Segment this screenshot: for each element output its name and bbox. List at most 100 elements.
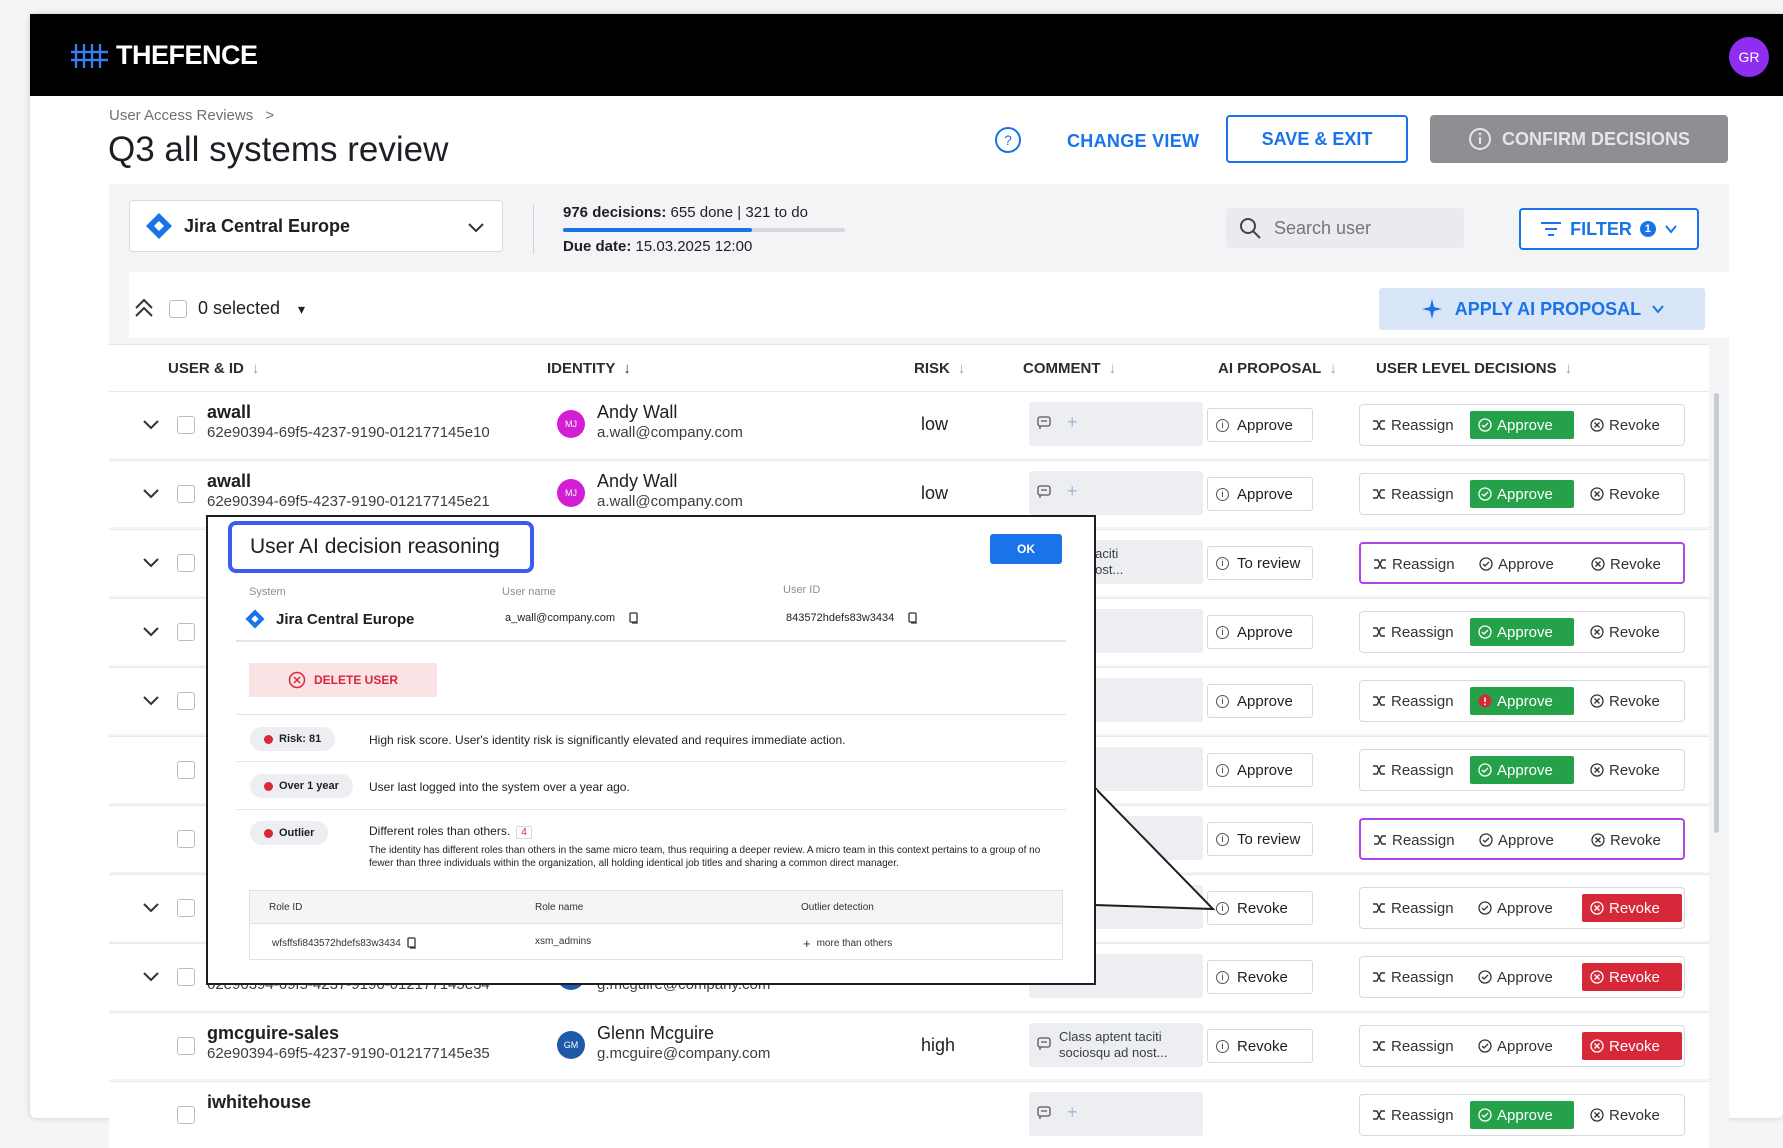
ai-proposal-chip[interactable]: i To review: [1207, 546, 1313, 580]
table-row[interactable]: gmcguire-sales 62e90394-69f5-4237-9190-01…: [109, 1012, 1709, 1079]
ai-proposal-chip[interactable]: i Approve: [1207, 684, 1313, 718]
approve-button[interactable]: Approve: [1470, 411, 1574, 439]
brand-logo[interactable]: THEFENCE: [70, 40, 258, 71]
ai-proposal-chip[interactable]: i Approve: [1207, 477, 1313, 511]
revoke-button[interactable]: Revoke: [1582, 756, 1682, 784]
revoke-button[interactable]: Revoke: [1582, 894, 1682, 922]
help-icon[interactable]: ?: [994, 126, 1022, 154]
search-box[interactable]: [1226, 208, 1464, 248]
close-circle-icon: [1590, 694, 1604, 708]
reassign-button[interactable]: Reassign: [1364, 411, 1462, 439]
role-name-cell: xsm_admins: [535, 936, 592, 947]
reassign-button[interactable]: Reassign: [1364, 963, 1462, 991]
selection-menu-caret[interactable]: ▾: [298, 301, 305, 318]
chevron-down-icon[interactable]: [141, 414, 161, 434]
reassign-button[interactable]: Reassign: [1364, 618, 1462, 646]
approve-button[interactable]: Approve: [1470, 1101, 1574, 1129]
add-comment-icon[interactable]: +: [1067, 412, 1078, 433]
approve-button[interactable]: Approve: [1470, 687, 1574, 715]
collapse-all-icon[interactable]: [132, 296, 156, 320]
reassign-button[interactable]: Reassign: [1364, 1101, 1462, 1129]
user-avatar[interactable]: GR: [1729, 37, 1769, 77]
row-checkbox[interactable]: [177, 761, 195, 779]
row-checkbox[interactable]: [177, 623, 195, 641]
chevron-down-icon[interactable]: [141, 966, 161, 986]
row-checkbox[interactable]: [177, 485, 195, 503]
revoke-button[interactable]: Revoke: [1582, 687, 1682, 715]
copy-icon[interactable]: [407, 937, 417, 949]
approve-button[interactable]: Approve: [1470, 1032, 1574, 1060]
delete-user-button[interactable]: DELETE USER: [249, 663, 437, 697]
modal-ok-button[interactable]: OK: [990, 534, 1062, 564]
row-checkbox[interactable]: [177, 1037, 195, 1055]
column-comment[interactable]: COMMENT ↓: [1023, 360, 1116, 377]
chevron-down-icon[interactable]: [141, 621, 161, 641]
approve-button[interactable]: Approve: [1470, 894, 1574, 922]
approve-button[interactable]: Approve: [1470, 480, 1574, 508]
row-checkbox[interactable]: [177, 830, 195, 848]
approve-button[interactable]: Approve: [1470, 963, 1574, 991]
system-select[interactable]: Jira Central Europe: [129, 200, 503, 252]
revoke-button[interactable]: Revoke: [1582, 1032, 1682, 1060]
approve-button[interactable]: Approve: [1471, 826, 1575, 854]
chevron-down-icon[interactable]: [141, 690, 161, 710]
filter-button[interactable]: FILTER 1: [1519, 208, 1699, 250]
revoke-button[interactable]: Revoke: [1582, 1101, 1682, 1129]
breadcrumb[interactable]: User Access Reviews >: [109, 107, 274, 124]
column-user-level-decisions[interactable]: USER LEVEL DECISIONS ↓: [1376, 360, 1572, 377]
chevron-down-icon[interactable]: [141, 897, 161, 917]
search-input[interactable]: [1272, 216, 1446, 240]
chevron-down-icon[interactable]: [141, 483, 161, 503]
copy-icon[interactable]: [908, 612, 918, 624]
table-row[interactable]: awall 62e90394-69f5-4237-9190-012177145e1…: [109, 391, 1709, 458]
revoke-button[interactable]: Revoke: [1582, 411, 1682, 439]
ai-proposal-chip[interactable]: i Approve: [1207, 408, 1313, 442]
row-checkbox[interactable]: [177, 416, 195, 434]
copy-icon[interactable]: [629, 612, 639, 624]
save-exit-button[interactable]: SAVE & EXIT: [1226, 115, 1408, 163]
confirm-decisions-button[interactable]: CONFIRM DECISIONS: [1430, 115, 1728, 163]
column-ai-proposal[interactable]: AI PROPOSAL ↓: [1218, 360, 1337, 377]
reassign-button[interactable]: Reassign: [1364, 1032, 1462, 1060]
comment-cell[interactable]: +: [1029, 471, 1203, 515]
row-checkbox[interactable]: [177, 554, 195, 572]
reassign-button[interactable]: Reassign: [1364, 687, 1462, 715]
approve-button[interactable]: Approve: [1470, 618, 1574, 646]
delete-user-label: DELETE USER: [313, 673, 398, 687]
row-checkbox[interactable]: [177, 899, 195, 917]
chevron-down-icon[interactable]: [141, 552, 161, 572]
table-scrollbar[interactable]: [1714, 393, 1719, 833]
comment-cell[interactable]: +: [1029, 1092, 1203, 1136]
breadcrumb-link[interactable]: User Access Reviews: [109, 107, 253, 124]
revoke-button[interactable]: Revoke: [1582, 618, 1682, 646]
reassign-button[interactable]: Reassign: [1364, 756, 1462, 784]
approve-button[interactable]: Approve: [1470, 756, 1574, 784]
reassign-button[interactable]: Reassign: [1364, 480, 1462, 508]
reassign-button[interactable]: Reassign: [1364, 894, 1462, 922]
row-checkbox[interactable]: [177, 692, 195, 710]
change-view-button[interactable]: CHANGE VIEW: [1067, 131, 1199, 152]
reassign-button[interactable]: Reassign: [1365, 550, 1463, 578]
add-comment-icon[interactable]: +: [1067, 481, 1078, 502]
row-checkbox[interactable]: [177, 968, 195, 986]
ai-proposal-chip[interactable]: i Approve: [1207, 615, 1313, 649]
revoke-button[interactable]: Revoke: [1583, 826, 1683, 854]
ai-proposal-chip[interactable]: i Revoke: [1207, 960, 1313, 994]
revoke-button[interactable]: Revoke: [1582, 963, 1682, 991]
select-all-checkbox[interactable]: [169, 300, 187, 318]
column-identity[interactable]: IDENTITY ↓: [547, 360, 631, 377]
column-risk[interactable]: RISK ↓: [914, 360, 965, 377]
apply-ai-proposal-button[interactable]: APPLY AI PROPOSAL: [1379, 288, 1705, 330]
ai-proposal-chip[interactable]: i Revoke: [1207, 1029, 1313, 1063]
row-checkbox[interactable]: [177, 1106, 195, 1124]
table-row[interactable]: iwhitehouse + Reassign Approve Revoke: [109, 1081, 1709, 1148]
ai-proposal-label: Approve: [1237, 485, 1293, 503]
revoke-button[interactable]: Revoke: [1583, 550, 1683, 578]
reassign-button[interactable]: Reassign: [1365, 826, 1463, 854]
revoke-button[interactable]: Revoke: [1582, 480, 1682, 508]
comment-cell[interactable]: +: [1029, 402, 1203, 446]
comment-cell[interactable]: Class aptent taciti sociosqu ad nost...: [1029, 1023, 1203, 1067]
add-comment-icon[interactable]: +: [1067, 1102, 1078, 1123]
column-user-id[interactable]: USER & ID ↓: [168, 360, 259, 377]
approve-button[interactable]: Approve: [1471, 550, 1575, 578]
